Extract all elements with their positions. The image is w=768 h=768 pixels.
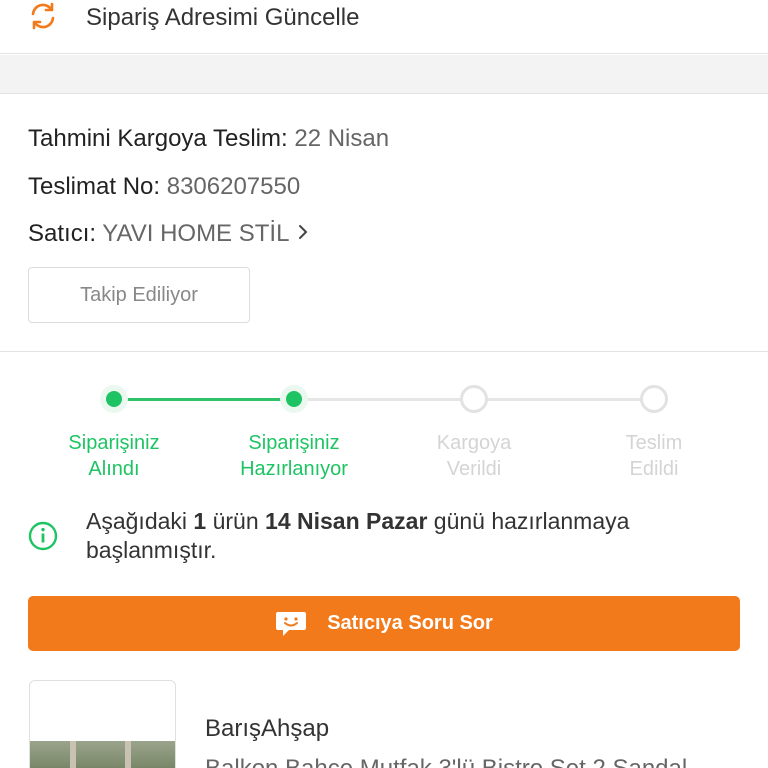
seller-link[interactable]: YAVI HOME STİL — [102, 220, 288, 247]
chevron-right-icon — [297, 220, 309, 248]
step-label-shipped: Kargoya Verildi — [436, 432, 512, 480]
shipment-info: Tahmini Kargoya Teslim: 22 Nisan Teslima… — [0, 95, 768, 352]
notice-text-1: Aşağıdaki — [86, 508, 194, 534]
shipment-number-label: Teslimat No: — [28, 173, 161, 200]
step-dot-2 — [280, 385, 308, 413]
step-dot-4 — [640, 385, 668, 413]
refresh-icon — [27, 0, 59, 32]
product-image — [30, 741, 175, 768]
delivery-estimate-label: Tahmini Kargoya Teslim: — [28, 125, 288, 152]
image-detail — [125, 741, 131, 768]
product-thumbnail[interactable] — [29, 680, 176, 768]
ask-seller-button[interactable]: Satıcıya Soru Sor — [28, 596, 740, 651]
product-brand: BarışAhşap — [205, 715, 330, 742]
notice-text-2: ürün — [206, 508, 266, 534]
shipment-number-value: 8306207550 — [166, 173, 301, 200]
step-label-delivered: Teslim Edildi — [625, 432, 683, 480]
step-dot-1 — [100, 385, 128, 413]
notice-count: 1 — [193, 508, 207, 534]
info-icon — [28, 521, 58, 551]
follow-button[interactable]: Takip Ediliyor — [28, 267, 250, 323]
update-address-row[interactable]: Sipariş Adresimi Güncelle — [0, 0, 768, 54]
update-address-label: Sipariş Adresimi Güncelle — [86, 4, 360, 31]
step-label-received: Siparişiniz Alındı — [68, 432, 160, 480]
delivery-estimate-value: 22 Nisan — [294, 125, 390, 152]
product-name[interactable]: Balkon Bahçe Mutfak 3'lü Bistro Set 2 Sa… — [205, 755, 687, 768]
step-dot-3 — [460, 385, 488, 413]
tracker-line-done — [114, 398, 294, 401]
chat-icon — [275, 610, 307, 638]
section-divider — [0, 55, 768, 94]
preparation-notice: Aşağıdaki 1 ürün 14 Nisan Pazar günü haz… — [86, 507, 736, 565]
ask-seller-label: Satıcıya Soru Sor — [327, 612, 493, 634]
image-detail — [70, 741, 76, 768]
seller-row[interactable]: Satıcı: YAVI HOME STİL — [28, 220, 309, 248]
step-label-preparing: Siparişiniz Hazırlanıyor — [240, 432, 348, 480]
product-item[interactable]: BarışAhşap Balkon Bahçe Mutfak 3'lü Bist… — [0, 652, 768, 768]
notice-date: 14 Nisan Pazar — [265, 508, 428, 534]
order-tracker: Siparişiniz Alındı Siparişiniz Hazırlanı… — [0, 353, 768, 598]
seller-label: Satıcı: — [28, 220, 97, 247]
shipment-number: Teslimat No: 8306207550 — [28, 173, 300, 201]
delivery-estimate: Tahmini Kargoya Teslim: 22 Nisan — [28, 125, 389, 153]
